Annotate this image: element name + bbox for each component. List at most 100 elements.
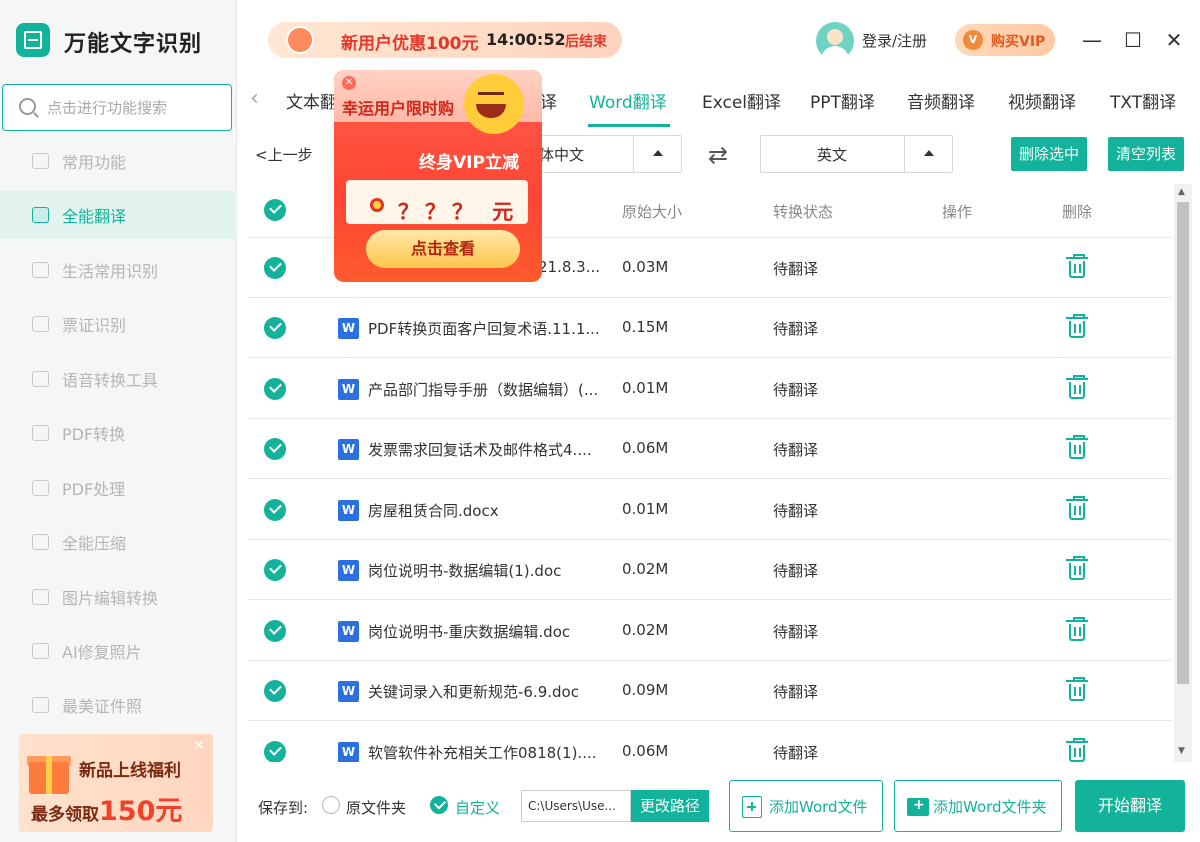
row-checkbox[interactable] — [264, 378, 286, 400]
file-status: 待翻译 — [773, 744, 819, 762]
table-row[interactable]: W 岗位说明书-重庆数据编辑.doc 0.02M 待翻译 — [248, 601, 1172, 661]
trash-icon[interactable] — [1066, 496, 1088, 521]
select-all-checkbox[interactable] — [264, 199, 286, 221]
vip-discount-popup[interactable]: ✕ 幸运用户限时购 终身VIP立减 ？？？ 元 点击查看 — [334, 70, 542, 282]
radio-custom-folder[interactable] — [430, 796, 448, 814]
add-word-folder-button[interactable]: 添加Word文件夹 — [894, 780, 1062, 832]
file-status: 待翻译 — [773, 683, 819, 701]
sidebar: 万能文字识别 常用功能 全能翻译 生活常用识别 票证识别 语音转换工具 PDF转… — [0, 0, 237, 842]
translate-icon — [32, 207, 49, 223]
row-checkbox[interactable] — [264, 499, 286, 521]
word-file-icon: W — [338, 318, 359, 339]
search-input[interactable] — [47, 97, 217, 119]
trash-icon[interactable] — [1066, 254, 1088, 279]
add-word-file-button[interactable]: 添加Word文件 — [729, 780, 883, 832]
trash-icon[interactable] — [1066, 556, 1088, 581]
sidebar-item-compress[interactable]: 全能压缩 — [0, 518, 237, 566]
buy-vip-button[interactable]: V 购买VIP — [955, 24, 1055, 56]
table-row[interactable]: W 产品部门指导手册（数据编辑）(... 0.01M 待翻译 — [248, 359, 1172, 419]
promo-line2: 最多领取150元 — [31, 796, 183, 827]
start-translate-button[interactable]: 开始翻译 — [1075, 780, 1185, 832]
trash-icon[interactable] — [1066, 375, 1088, 400]
row-checkbox[interactable] — [264, 620, 286, 642]
avatar[interactable] — [816, 22, 854, 60]
sidebar-item-translate[interactable]: 全能翻译 — [0, 191, 237, 239]
sidebar-item-ai-photo[interactable]: AI修复照片 — [0, 627, 237, 675]
chevron-up-icon — [904, 136, 952, 172]
tab-text[interactable]: 文本翻 — [286, 88, 337, 113]
table-row[interactable]: W 发票需求回复话术及邮件格式4.... 0.06M 待翻译 — [248, 419, 1172, 479]
scroll-down-icon[interactable]: ▼ — [1178, 746, 1185, 756]
scrollbar-thumb[interactable] — [1177, 202, 1189, 684]
swap-languages-icon[interactable]: ⇄ — [708, 141, 728, 169]
change-path-button[interactable]: 更改路径 — [631, 790, 709, 822]
row-checkbox[interactable] — [264, 741, 286, 762]
sidebar-item-common[interactable]: 常用功能 — [0, 137, 237, 185]
scan-icon — [32, 262, 49, 278]
radio-custom-folder-label[interactable]: 自定义 — [455, 797, 500, 818]
new-user-offer-banner[interactable]: 新用户优惠100元 14:00:52 后结束 — [268, 22, 622, 58]
table-scrollbar[interactable]: ▲ ▼ — [1174, 184, 1192, 762]
sidebar-item-label: 图片编辑转换 — [62, 589, 159, 608]
sidebar-item-id-photo[interactable]: 最美证件照 — [0, 681, 237, 729]
row-checkbox[interactable] — [264, 438, 286, 460]
trash-icon[interactable] — [1066, 617, 1088, 642]
minimize-button[interactable]: — — [1080, 28, 1104, 52]
table-row[interactable]: W 房屋租赁合同.docx 0.01M 待翻译 — [248, 480, 1172, 540]
star-icon — [32, 153, 49, 169]
tab-ppt[interactable]: PPT翻译 — [810, 88, 875, 113]
clear-list-button[interactable]: 清空列表 — [1108, 137, 1184, 171]
trash-icon[interactable] — [1066, 314, 1088, 339]
tab-txt[interactable]: TXT翻译 — [1110, 88, 1176, 113]
sidebar-item-pdf-convert[interactable]: PDF转换 — [0, 409, 237, 457]
popup-view-button[interactable]: 点击查看 — [366, 230, 520, 268]
row-checkbox[interactable] — [264, 317, 286, 339]
sidebar-item-label: 全能翻译 — [62, 207, 127, 226]
tab-excel[interactable]: Excel翻译 — [702, 88, 781, 113]
table-row[interactable]: W 软管软件补充相关工作0818(1).... 0.06M 待翻译 — [248, 722, 1172, 762]
sidebar-item-image-edit[interactable]: 图片编辑转换 — [0, 573, 237, 621]
output-path-field[interactable]: C:\Users\Use... — [521, 790, 631, 822]
sidebar-item-life-ocr[interactable]: 生活常用识别 — [0, 246, 237, 294]
trash-icon[interactable] — [1066, 738, 1088, 762]
tab-partial[interactable]: 译 — [540, 88, 557, 113]
tabs-scroll-left-icon[interactable]: ‹ — [250, 86, 259, 111]
row-checkbox[interactable] — [264, 680, 286, 702]
login-register-link[interactable]: 登录/注册 — [862, 30, 927, 51]
file-status: 待翻译 — [773, 562, 819, 580]
target-language-select[interactable]: 英文 — [760, 135, 953, 173]
back-button[interactable]: <上一步 — [255, 144, 313, 165]
file-size: 0.06M — [622, 439, 669, 457]
new-product-promo-banner[interactable]: 新品上线福利 最多领取150元 ✕ — [19, 734, 213, 832]
sidebar-item-ticket[interactable]: 票证识别 — [0, 300, 237, 348]
maximize-button[interactable]: ☐ — [1121, 28, 1145, 52]
delete-selected-button[interactable]: 删除选中 — [1011, 137, 1087, 171]
sidebar-item-pdf-process[interactable]: PDF处理 — [0, 464, 237, 512]
table-row[interactable]: W 关键词录入和更新规范-6.9.doc 0.09M 待翻译 — [248, 661, 1172, 721]
source-language-select[interactable]: 体中文 — [520, 135, 682, 173]
add-file-icon — [742, 796, 762, 818]
close-icon[interactable]: ✕ — [342, 76, 356, 90]
file-size: 0.03M — [622, 258, 669, 276]
function-search[interactable] — [2, 84, 232, 131]
close-icon[interactable]: ✕ — [193, 738, 205, 754]
tab-audio[interactable]: 音频翻译 — [907, 88, 975, 113]
trash-icon[interactable] — [1066, 677, 1088, 702]
row-checkbox[interactable] — [264, 559, 286, 581]
sidebar-item-voice[interactable]: 语音转换工具 — [0, 355, 237, 403]
app-logo-icon — [16, 23, 50, 57]
id-photo-icon — [32, 697, 49, 713]
radio-original-folder[interactable] — [322, 796, 340, 814]
tab-video[interactable]: 视频翻译 — [1008, 88, 1076, 113]
sidebar-item-label: PDF转换 — [62, 425, 126, 444]
radio-original-folder-label[interactable]: 原文件夹 — [346, 797, 406, 818]
ticket-icon — [32, 316, 49, 332]
tab-word[interactable]: Word翻译 — [589, 88, 667, 113]
close-button[interactable]: ✕ — [1162, 28, 1186, 52]
scroll-up-icon[interactable]: ▲ — [1178, 187, 1185, 197]
offer-text: 新用户优惠100元 — [341, 34, 479, 54]
trash-icon[interactable] — [1066, 435, 1088, 460]
table-row[interactable]: W 岗位说明书-数据编辑(1).doc 0.02M 待翻译 — [248, 540, 1172, 600]
table-row[interactable]: W PDF转换页面客户回复术语.11.1... 0.15M 待翻译 — [248, 298, 1172, 358]
row-checkbox[interactable] — [264, 257, 286, 279]
